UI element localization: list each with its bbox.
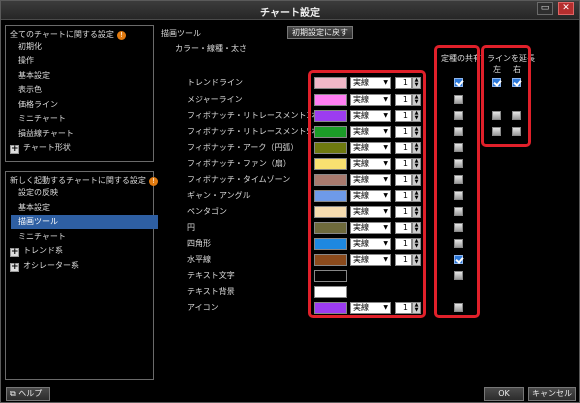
new-charts-settings-panel: 新しく起動するチャートに関する設定! 設定の反映 基本設定 描画ツール ミニチャ… (5, 171, 158, 380)
row-label: トレンドライン (187, 78, 243, 87)
highlight-box-extend (481, 45, 531, 147)
row-label: メジャーライン (187, 95, 243, 104)
tree-item-operation[interactable]: 操作 (18, 54, 34, 68)
row-label: アイコン (187, 303, 219, 312)
tree-item-drawing-tools[interactable]: 描画ツール (11, 215, 158, 229)
title-bar: チャート設定 ▭ ✕ (1, 1, 579, 20)
all-charts-settings-title: 全てのチャートに関する設定! (10, 29, 126, 40)
row-label: フィボナッチ・リトレースメント3本 (187, 111, 320, 120)
chart-settings-dialog: チャート設定 ▭ ✕ 全てのチャートに関する設定! 初期化 操作 基本設定 表示… (0, 0, 580, 403)
tree-item-pl-chart[interactable]: 損益線チャート (18, 127, 74, 141)
minimize-icon[interactable]: ▭ (537, 2, 553, 15)
expand-icon[interactable]: + (10, 248, 19, 257)
row-label: フィボナッチ・リトレースメント5本 (187, 127, 320, 136)
tree-item-oscillator[interactable]: + オシレーター系 (10, 259, 79, 273)
tree-item-price-line[interactable]: 価格ライン (18, 98, 58, 112)
row-label: ペンタゴン (187, 207, 227, 216)
all-charts-settings-panel: 全てのチャートに関する設定! 初期化 操作 基本設定 表示色 価格ライン ミニチ… (5, 25, 154, 162)
tree-item-mini-chart[interactable]: ミニチャート (18, 112, 66, 126)
row-label: 四角形 (187, 239, 211, 248)
tree-item-apply-settings[interactable]: 設定の反映 (18, 186, 58, 200)
highlight-box-shared (434, 45, 480, 318)
row-label: テキスト文字 (187, 271, 235, 280)
reset-defaults-button[interactable]: 初期設定に戻す (287, 26, 353, 39)
section-title: 描画ツール (161, 29, 201, 38)
tree-item-display-color[interactable]: 表示色 (18, 83, 42, 97)
new-charts-settings-title: 新しく起動するチャートに関する設定! (10, 175, 158, 186)
sub-title: カラー・線種・太さ (175, 44, 247, 53)
highlight-box-style (308, 70, 426, 318)
tree-item-init[interactable]: 初期化 (18, 40, 42, 54)
row-label: 円 (187, 223, 195, 232)
ok-button[interactable]: OK (484, 387, 524, 401)
expand-icon[interactable]: + (10, 145, 19, 154)
expand-icon[interactable]: + (10, 263, 19, 272)
row-label: フィボナッチ・アーク（円弧） (187, 143, 299, 152)
row-label: ギャン・アングル (187, 191, 251, 200)
warning-icon: ! (148, 177, 158, 186)
help-button[interactable]: ⧉ ヘルプ (6, 387, 50, 401)
warning-icon: ! (116, 31, 126, 40)
tree-item-mini-chart-2[interactable]: ミニチャート (18, 230, 66, 244)
tree-item-chart-shape[interactable]: + チャート形状 (10, 141, 71, 155)
row-label: フィボナッチ・タイムゾーン (187, 175, 291, 184)
tree-item-basic[interactable]: 基本設定 (18, 69, 50, 83)
row-label: フィボナッチ・ファン（扇） (187, 159, 291, 168)
row-label: 水平線 (187, 255, 211, 264)
cancel-button[interactable]: キャンセル (528, 387, 576, 401)
row-label: テキスト背景 (187, 287, 235, 296)
window-title: チャート設定 (260, 8, 320, 19)
tree-item-basic-2[interactable]: 基本設定 (18, 201, 50, 215)
tree-item-trend[interactable]: + トレンド系 (10, 244, 63, 258)
close-icon[interactable]: ✕ (558, 2, 574, 15)
